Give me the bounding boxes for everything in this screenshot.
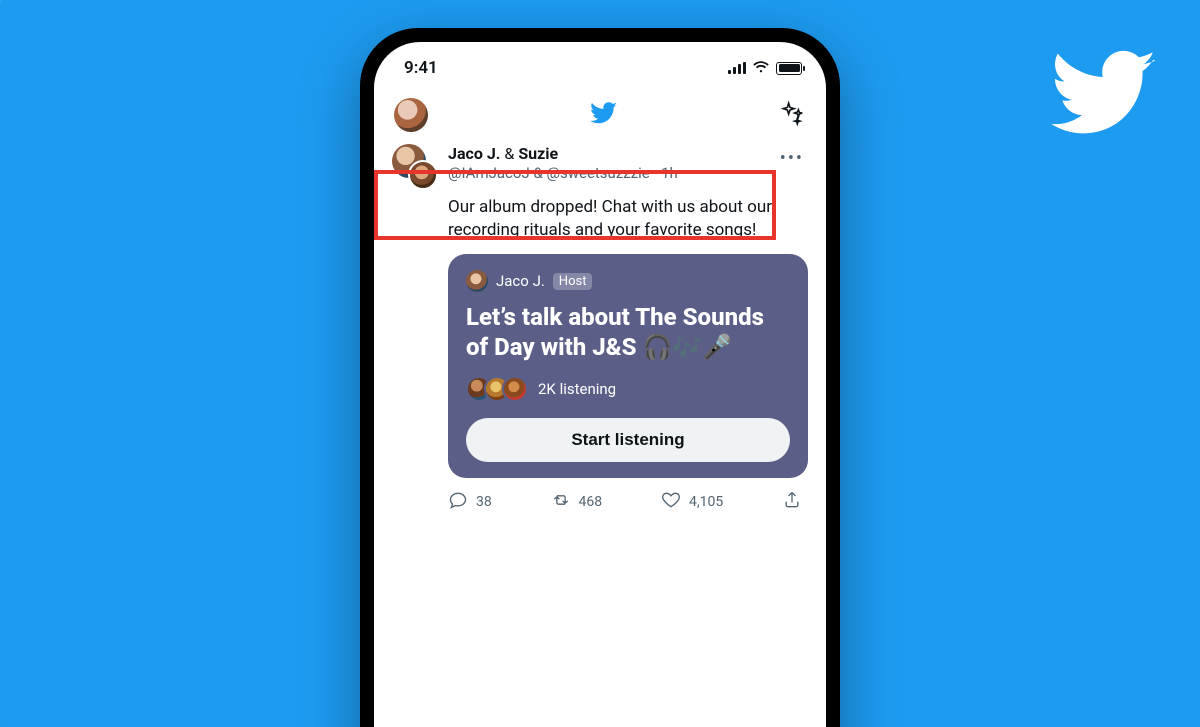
like-count: 4,105 [689,494,723,510]
reply-count: 38 [476,494,492,510]
host-avatar [466,270,488,292]
app-bar [374,88,826,140]
tweet-authors[interactable]: Jaco J. & Suzie [448,144,808,164]
twitter-logo-icon[interactable] [590,99,618,131]
listener-avatar [502,376,528,402]
cellular-icon [728,62,746,74]
tweet-handles-time[interactable]: @IAmJacoJ & @sweetsuzzzie · 1h [448,164,808,182]
more-options-icon[interactable]: ••• [780,148,804,169]
share-icon [782,490,802,514]
listening-count: 2K listening [538,380,616,398]
tweet-text: Our album dropped! Chat with us about ou… [448,196,808,242]
heart-icon [661,490,681,514]
host-badge: Host [553,273,593,290]
status-bar: 9:41 [374,42,826,88]
share-button[interactable] [782,490,802,514]
tweet-header: Jaco J. & Suzie @IAmJacoJ & @sweetsuzzzi… [392,144,808,190]
reply-button[interactable]: 38 [448,490,492,514]
battery-icon [776,62,802,75]
author-avatar-2 [408,160,438,190]
twitter-bird-logo [1050,38,1160,148]
status-time: 9:41 [404,58,438,78]
profile-avatar[interactable] [394,98,428,132]
like-button[interactable]: 4,105 [661,490,723,514]
author-name-1: Jaco J. [448,144,500,163]
wifi-icon [752,58,770,78]
space-listeners: 2K listening [466,376,790,402]
phone-frame: 9:41 ••• [360,28,840,727]
reply-icon [448,490,468,514]
spaces-card[interactable]: Jaco J. Host Let’s talk about The Sounds… [448,254,808,478]
retweet-icon [551,490,571,514]
listener-avatars [466,376,528,402]
author-connector: & [500,144,518,163]
space-host-row: Jaco J. Host [466,270,790,292]
sparkle-icon[interactable] [780,100,806,130]
retweet-button[interactable]: 468 [551,490,603,514]
phone-screen: 9:41 ••• [374,42,826,727]
retweet-count: 468 [579,494,603,510]
author-avatars[interactable] [392,144,438,190]
tweet-actions: 38 468 4,105 [448,490,808,514]
start-listening-button[interactable]: Start listening [466,418,790,462]
author-name-2: Suzie [518,144,558,163]
space-title: Let’s talk about The Sounds of Day with … [466,302,790,362]
tweet[interactable]: ••• Jaco J. & Suzie @IAmJacoJ & @sweetsu… [374,140,826,524]
status-indicators [728,58,802,78]
host-name: Jaco J. [496,272,545,290]
